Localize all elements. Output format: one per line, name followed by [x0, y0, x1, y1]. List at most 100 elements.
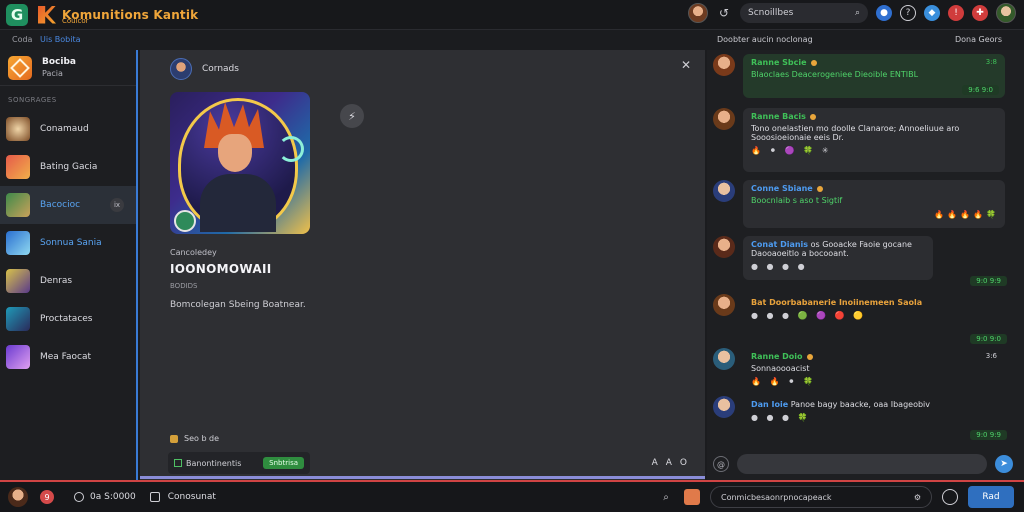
channel-thumb-icon [6, 231, 30, 255]
chat-author[interactable]: Ranne Sbcie [751, 58, 997, 67]
foot-checkbox[interactable] [174, 459, 182, 467]
help-icon[interactable]: ? [900, 5, 916, 21]
chat-stamp: 9:6 9:0 [962, 85, 999, 95]
gift-icon[interactable]: ✚ [972, 5, 988, 21]
server-card[interactable]: Bociba Pacia [0, 50, 136, 86]
top-search-input[interactable]: Scnoillbes ⌕ [740, 3, 868, 23]
sidebar-item[interactable]: Denras [0, 262, 136, 300]
sidebar-item[interactable]: Mea Faocat [0, 338, 136, 376]
sidebar: Bociba Pacia SONGRAGES Conamaud Bating G… [0, 50, 138, 480]
sidebar-item[interactable]: Sonnua Sania [0, 224, 136, 262]
hero-badge-icon [174, 210, 196, 232]
app-logo-icon[interactable]: G [6, 3, 28, 26]
sidebar-item-badge[interactable]: ix [110, 198, 124, 212]
orange-app-icon[interactable] [684, 489, 700, 505]
center-tools: A A O [652, 458, 687, 468]
tool-icon-b[interactable]: A [666, 458, 672, 468]
send-icon[interactable]: ➤ [995, 455, 1013, 473]
chat-author[interactable]: Conne Sbiane [751, 184, 997, 193]
chat-stamp: 9:0 9:0 [970, 334, 1007, 344]
close-icon[interactable]: ✕ [681, 58, 691, 72]
foot-bar[interactable]: Banontinentis Snbtrisa [168, 452, 310, 474]
chat-avatar[interactable] [713, 396, 735, 418]
server-name: Bociba [42, 57, 76, 67]
record-icon[interactable] [942, 489, 958, 505]
subhead-left-label[interactable]: Coda [12, 35, 32, 44]
profile-name: Cornads [202, 64, 239, 74]
chat-reactions[interactable]: 🔥 🔥 ⚫ 🍀 [751, 377, 997, 386]
chat-author[interactable]: Ranne Doio [751, 352, 997, 361]
sidebar-item[interactable]: Bating Gacia [0, 148, 136, 186]
chat-message: Ranne Sbcie 3:8 Blaoclaes Deacerogeniee … [713, 54, 1013, 102]
search-icon[interactable]: ⌕ [658, 489, 674, 505]
sidebar-item-label: Sonnua Sania [40, 238, 102, 248]
server-sub: Pacia [42, 69, 63, 78]
chat-reactions[interactable]: ● ● ● ● [751, 262, 925, 271]
profile-caption: Cancoledey [170, 248, 217, 257]
sub-header: Coda Uis Bobita Doobter aucin noclonag D… [0, 30, 1024, 50]
channel-text: Conosunat [167, 492, 216, 502]
sidebar-item[interactable]: Proctataces [0, 300, 136, 338]
sidebar-section-label: SONGRAGES [8, 96, 57, 104]
chat-avatar[interactable] [713, 108, 735, 130]
bottom-badge[interactable]: 9 [40, 490, 54, 504]
chat-time: 3:8 [985, 58, 997, 66]
alert-icon[interactable]: ! [948, 5, 964, 21]
settings-icon[interactable]: ⚙ [914, 493, 921, 502]
chat-reactions[interactable]: ● ● ● 🍀 [751, 413, 997, 422]
chat-reactions[interactable]: ● ● ● 🟢 🟣 🔴 🟡 [751, 311, 997, 320]
refresh-icon[interactable]: ↺ [716, 5, 732, 21]
status-text: 0a S:0000 [90, 492, 136, 502]
chat-reactions[interactable]: 🔥🔥🔥🔥🍀 [934, 210, 999, 219]
lightning-icon[interactable]: ⚡ [340, 104, 364, 128]
foot-pill-button[interactable]: Snbtrisa [263, 457, 304, 469]
attach-icon[interactable]: @ [713, 456, 729, 472]
bottom-search-text: Conmicbesaonrpnocapeack [721, 492, 832, 502]
chat-message: Bat Doorbabanerie Inoiinemeen Saola ● ● … [713, 294, 1013, 344]
chat-bubble: Conat Dianis os Gooacke Faoie gocane Dao… [743, 236, 933, 280]
chat-header-right[interactable]: Dona Geors [955, 35, 1002, 44]
chat-author[interactable]: Ranne Bacis [751, 112, 997, 121]
chat-reactions[interactable]: 🔥 ⚫ 🟣 🍀 ✳ [751, 146, 997, 155]
chat-text: Sonnaoooacist [751, 364, 810, 373]
twitter-icon[interactable]: ◆ [924, 5, 940, 21]
chat-author[interactable]: Bat Doorbabanerie Inoiinemeen Saola [751, 298, 997, 307]
channel-thumb-icon [6, 307, 30, 331]
sidebar-item[interactable]: Conamaud [0, 110, 136, 148]
chat-text: Conat Dianis os Gooacke Faoie gocane Dao… [751, 240, 912, 258]
chat-avatar[interactable] [713, 180, 735, 202]
notification-icon[interactable]: ● [876, 5, 892, 21]
profile-tag: BODIDS [170, 282, 198, 290]
bottom-right-controls: ⌕ Conmicbesaonrpnocapeack ⚙ Rad [658, 486, 1014, 508]
bottom-channel[interactable]: Conosunat [149, 492, 216, 502]
chat-avatar[interactable] [713, 348, 735, 370]
chat-avatar[interactable] [713, 54, 735, 76]
chat-stamp: 9:0 9:9 [970, 430, 1007, 440]
profile-header: Cornads [170, 58, 239, 80]
brand-icon [38, 5, 56, 24]
sidebar-item-label: Bating Gacia [40, 162, 98, 172]
top-search-text: Scnoillbes [748, 8, 794, 18]
profile-avatar[interactable] [996, 3, 1016, 23]
tool-icon-a[interactable]: A [652, 458, 658, 468]
sidebar-item-active[interactable]: Bacocioc ix [0, 186, 136, 224]
chat-bubble: Bat Doorbabanerie Inoiinemeen Saola ● ● … [743, 294, 1005, 334]
primary-button[interactable]: Rad [968, 486, 1014, 508]
chat-avatar[interactable] [713, 236, 735, 258]
chat-avatar[interactable] [713, 294, 735, 316]
subhead-left-link[interactable]: Uis Bobita [40, 35, 81, 44]
chat-bubble: Conne Sbiane Boocnlaib s aso t Sigtif 🔥🔥… [743, 180, 1005, 228]
profile-panel: Cornads ✕ ⚡ Cancoledey IOONOMOWAII BODID… [140, 50, 705, 480]
server-meta: Bociba Pacia [42, 57, 76, 78]
tool-icon-c[interactable]: O [680, 458, 687, 468]
user-avatar[interactable] [688, 3, 708, 23]
profile-mini-avatar[interactable] [170, 58, 192, 80]
chat-input[interactable] [737, 454, 987, 474]
chat-message: Conne Sbiane Boocnlaib s aso t Sigtif 🔥🔥… [713, 180, 1013, 230]
chat-header-label: Doobter aucin noclonag [717, 35, 813, 44]
foot-square-icon [170, 434, 178, 443]
server-icon [8, 55, 32, 80]
bottom-status[interactable]: 0a S:0000 [74, 492, 136, 502]
bottom-search-input[interactable]: Conmicbesaonrpnocapeack ⚙ [710, 486, 932, 508]
bottom-user-avatar[interactable] [8, 487, 28, 507]
